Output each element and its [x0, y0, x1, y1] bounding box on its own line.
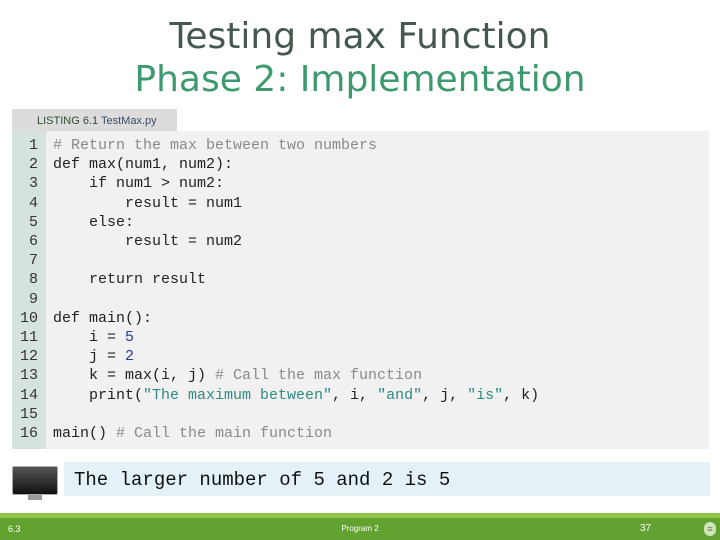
- line-number: 10: [19, 309, 38, 327]
- code-text: main(): [53, 425, 117, 443]
- line-number: 4: [28, 194, 38, 212]
- line-number: 14: [19, 386, 38, 404]
- code-text: j =: [53, 348, 126, 366]
- monitor-screen: [12, 466, 58, 495]
- code-text: i =: [53, 329, 126, 347]
- code-line: 15: [12, 405, 539, 424]
- code-text: k = max(i, j): [53, 367, 216, 385]
- code-text: return result: [53, 271, 207, 289]
- code-text: , j,: [422, 386, 468, 404]
- code-number: 5: [125, 329, 135, 347]
- code-comment: # Return the max between two numbers: [53, 137, 378, 154]
- code-line: 5 else:: [12, 213, 539, 232]
- code-text: if num1 > num2:: [53, 175, 225, 193]
- code-line: 7: [12, 251, 539, 270]
- code-line: 2 def max(num1, num2):: [12, 155, 539, 174]
- code-line: 9: [12, 290, 539, 309]
- program-output: The larger number of 5 and 2 is 5: [74, 469, 451, 491]
- code-text: print(: [53, 386, 144, 404]
- code-line: 1 # Return the max between two numbers: [12, 136, 539, 155]
- code-comment: # Call the main function: [116, 425, 333, 443]
- footer-bar: 6.3 Program 2 37 ≡: [0, 518, 720, 540]
- line-number: 6: [28, 233, 38, 251]
- line-number: 5: [28, 213, 38, 231]
- code-text: , k): [503, 386, 540, 404]
- line-number: 16: [19, 425, 38, 443]
- code-line: 3 if num1 > num2:: [12, 174, 539, 193]
- line-number: 11: [19, 329, 38, 347]
- code-lines: 1 # Return the max between two numbers 2 de…: [12, 136, 539, 443]
- code-line: 4 result = num1: [12, 194, 539, 213]
- slide-title: Testing max Function: [169, 16, 551, 57]
- code-text: def main():: [53, 309, 153, 327]
- line-number: 13: [19, 367, 38, 385]
- code-line: 16 main() # Call the main function: [12, 424, 539, 443]
- code-text: else:: [53, 213, 135, 231]
- listing-filename: TestMax.py: [101, 115, 157, 127]
- code-text: def max(num1, num2):: [53, 156, 234, 174]
- code-line: 10 def main():: [12, 309, 539, 328]
- code-string: "is": [467, 386, 504, 404]
- listing-number: LISTING 6.1: [37, 115, 99, 127]
- line-number: 8: [28, 271, 38, 289]
- line-number: 2: [28, 156, 38, 174]
- code-number: 2: [125, 348, 135, 366]
- line-number: 15: [19, 405, 38, 423]
- code-string: "and": [377, 386, 423, 404]
- code-line: 14 print("The maximum between", i, "and"…: [12, 386, 539, 405]
- code-line: 6 result = num2: [12, 232, 539, 251]
- code-text: result = num1: [53, 194, 243, 212]
- line-number: 9: [28, 290, 38, 308]
- code-line: 11 i = 5: [12, 328, 539, 347]
- code-string: "The maximum between": [143, 386, 333, 404]
- footer-title: Program 2: [341, 524, 379, 533]
- footer-page-number: 37: [640, 523, 652, 534]
- line-number: 1: [28, 137, 38, 154]
- code-line: 8 return result: [12, 270, 539, 289]
- slide-subtitle: Phase 2: Implementation: [134, 59, 586, 100]
- code-comment: # Call the max function: [215, 367, 423, 385]
- line-number: 12: [19, 348, 38, 366]
- listing-label: LISTING 6.1 TestMax.py: [12, 109, 177, 131]
- code-line: 13 k = max(i, j) # Call the max function: [12, 366, 539, 385]
- code-text: , i,: [332, 386, 378, 404]
- monitor-icon: [12, 466, 58, 502]
- code-line: 12 j = 2: [12, 347, 539, 366]
- line-number: 3: [28, 175, 38, 193]
- menu-icon[interactable]: ≡: [704, 522, 716, 536]
- code-text: result = num2: [53, 233, 243, 251]
- line-number: 7: [28, 252, 38, 270]
- monitor-stand: [28, 495, 42, 500]
